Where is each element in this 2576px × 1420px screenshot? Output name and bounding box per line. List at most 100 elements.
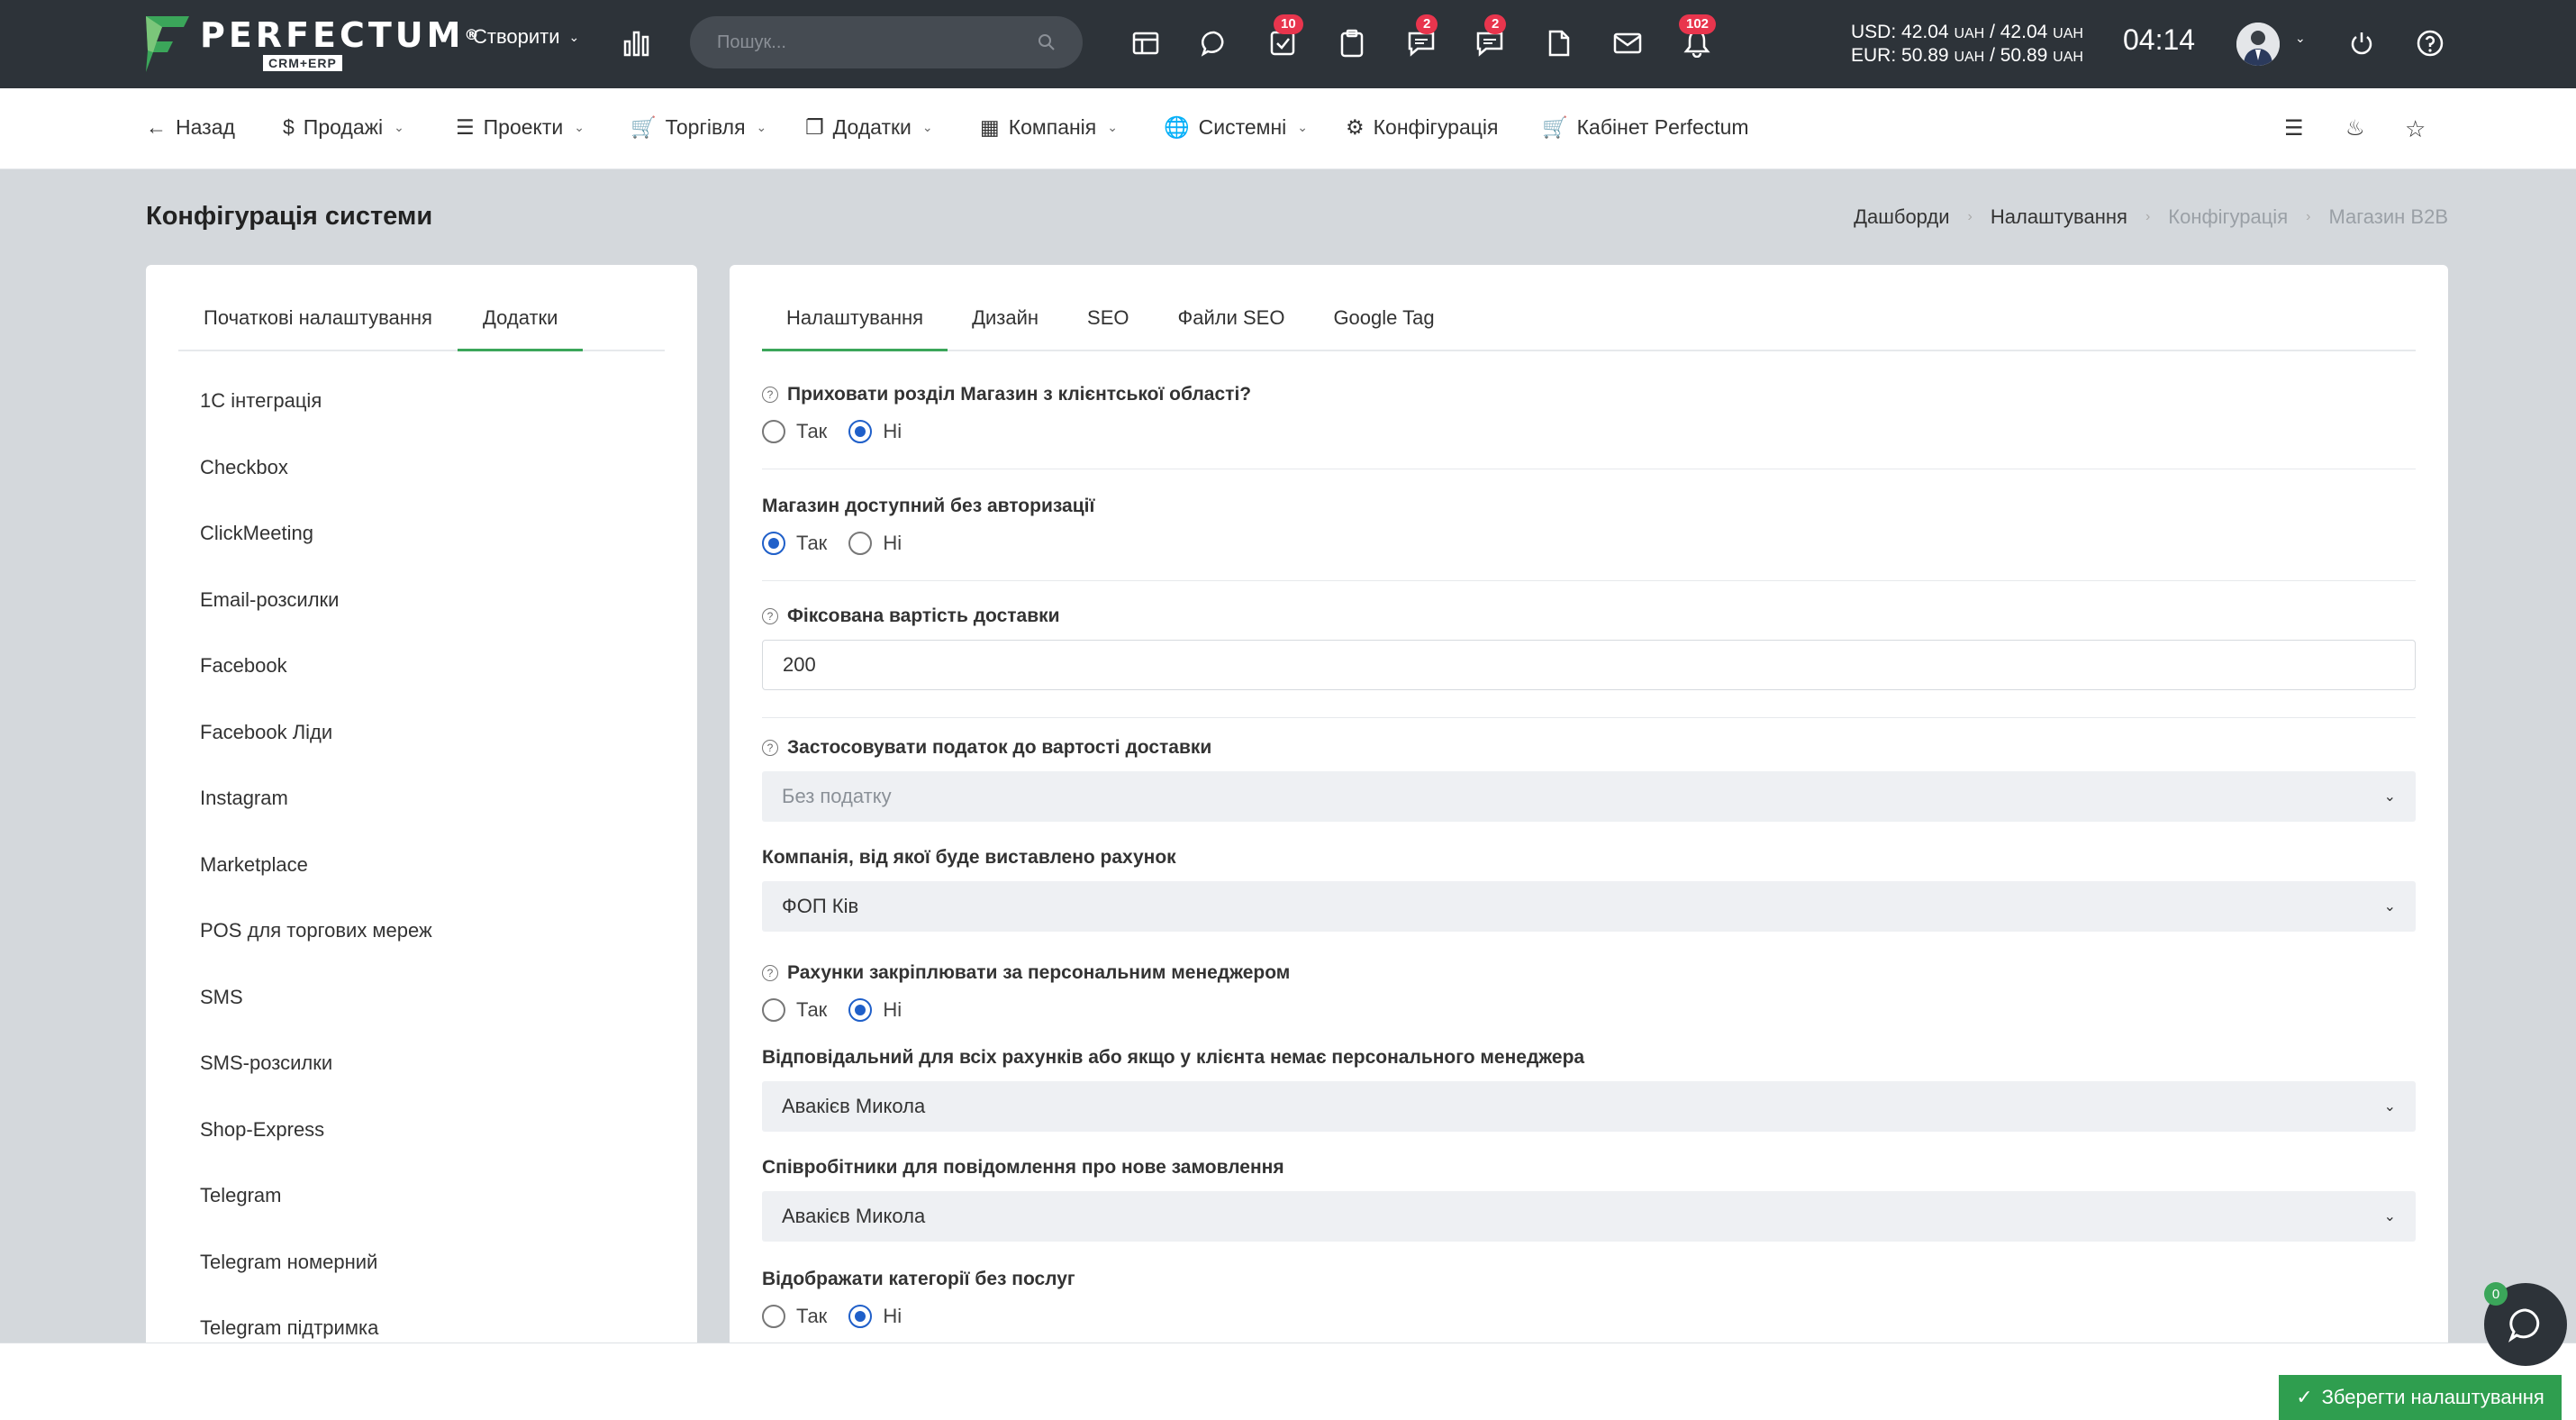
nav-trade[interactable]: 🛒 Торгівля ⌄: [630, 115, 766, 140]
menu-item[interactable]: SMS-розсилки: [200, 1050, 432, 1116]
document-icon[interactable]: [1541, 25, 1577, 61]
radio-circle[interactable]: [762, 1305, 785, 1328]
currency-separator: /: [1990, 22, 1995, 42]
save-settings-button[interactable]: ✓ Зберегти налаштування: [2279, 1375, 2562, 1420]
menu-item[interactable]: Shop-Express: [200, 1116, 432, 1183]
tab-seo-files[interactable]: Файли SEO: [1153, 306, 1309, 351]
menu-item[interactable]: ClickMeeting: [200, 520, 432, 587]
chevron-down-icon: ⌄: [1297, 120, 1309, 134]
top-bar: PERFECTUM® CRM+ERP Створити ⌄ 10 2 2: [0, 0, 2576, 88]
create-dropdown-button[interactable]: Створити ⌄: [473, 25, 579, 49]
breadcrumb-item[interactable]: Конфігурація: [2168, 205, 2288, 229]
chat-bubble-icon[interactable]: [1196, 25, 1232, 61]
tab-initial-settings[interactable]: Початкові налаштування: [178, 306, 458, 351]
clock: 04:14: [2123, 23, 2196, 56]
radio-yes[interactable]: Так: [762, 998, 827, 1022]
tab-google-tag[interactable]: Google Tag: [1309, 306, 1458, 351]
user-avatar[interactable]: [2236, 23, 2280, 66]
nav-back[interactable]: ← Назад: [146, 115, 235, 140]
help-icon[interactable]: ?: [762, 740, 778, 756]
radio-no[interactable]: Ні: [848, 532, 902, 555]
arrow-left-icon: ←: [146, 115, 167, 139]
chevron-down-icon: ⌄: [574, 120, 585, 134]
power-icon[interactable]: [2344, 25, 2380, 61]
bell-icon[interactable]: 102: [1679, 14, 1717, 61]
nav-cabinet[interactable]: 🛒 Кабінет Perfectum: [1542, 115, 1749, 140]
radio-circle[interactable]: [848, 420, 873, 443]
tasks-badge: 10: [1274, 14, 1303, 34]
search-input[interactable]: [717, 32, 1038, 53]
currency-unit: UAH: [1954, 26, 1985, 41]
radio-no[interactable]: Ні: [848, 1305, 902, 1328]
menu-item[interactable]: POS для торгових мереж: [200, 917, 432, 984]
field-label: Фіксована вартість доставки: [787, 605, 1060, 626]
menu-item[interactable]: Email-розсилки: [200, 587, 432, 653]
notify-employees-select[interactable]: Авакієв Микола ⌄: [762, 1191, 2416, 1242]
chat-messages-icon[interactable]: 2: [1403, 14, 1439, 61]
messages-icon[interactable]: 2: [1472, 14, 1508, 61]
radio-no[interactable]: Ні: [848, 998, 902, 1022]
nav-projects[interactable]: ☰ Проекти ⌄: [456, 115, 585, 140]
breadcrumb-item[interactable]: Дашборди: [1854, 205, 1949, 229]
nav-system[interactable]: 🌐 Системні ⌄: [1164, 115, 1308, 140]
help-icon[interactable]: [2412, 25, 2448, 61]
user-menu-chevron-icon[interactable]: ⌄: [2295, 31, 2306, 46]
clipboard-icon[interactable]: [1334, 25, 1370, 61]
invoice-company-select[interactable]: ФОП Ків ⌄: [762, 881, 2416, 932]
radio-circle[interactable]: [848, 998, 873, 1022]
field-label: Приховати розділ Магазин з клієнтської о…: [787, 384, 1252, 405]
select-value: ФОП Ків: [782, 895, 859, 917]
radio-circle[interactable]: [848, 532, 873, 555]
radio-yes[interactable]: Так: [762, 532, 827, 555]
tab-settings[interactable]: Налаштування: [762, 306, 948, 351]
calendar-table-icon[interactable]: [1128, 25, 1164, 61]
menu-item[interactable]: Instagram: [200, 785, 432, 851]
menu-item[interactable]: Telegram номерний: [200, 1249, 432, 1315]
radio-label: Ні: [883, 998, 903, 1021]
logo-subtitle: CRM+ERP: [263, 55, 342, 71]
radio-circle[interactable]: [762, 998, 785, 1022]
search-bar[interactable]: [690, 16, 1083, 68]
delivery-cost-input[interactable]: 200: [762, 640, 2416, 690]
breadcrumb: Дашборди › Налаштування › Конфігурація ›…: [1854, 205, 2448, 229]
reports-chart-icon[interactable]: [621, 27, 652, 58]
field-label: Відображати категорії без послуг: [762, 1269, 1075, 1289]
fire-icon[interactable]: ♨: [2345, 115, 2365, 141]
radio-circle[interactable]: [762, 532, 785, 555]
bottom-action-bar: [0, 1343, 2576, 1420]
delivery-tax-select[interactable]: Без податку ⌄: [762, 771, 2416, 822]
menu-item[interactable]: Telegram: [200, 1182, 432, 1249]
divider: [762, 717, 2416, 718]
logo[interactable]: PERFECTUM® CRM+ERP: [144, 13, 478, 76]
radio-yes[interactable]: Так: [762, 1305, 827, 1328]
search-icon[interactable]: [1038, 33, 1056, 51]
currency-usd-label: USD:: [1851, 22, 1897, 42]
tab-addons[interactable]: Додатки: [457, 306, 584, 351]
mail-icon[interactable]: [1610, 25, 1646, 61]
help-icon[interactable]: ?: [762, 965, 778, 981]
tab-seo[interactable]: SEO: [1063, 306, 1153, 351]
responsible-manager-select[interactable]: Авакієв Микола ⌄: [762, 1081, 2416, 1132]
nav-company[interactable]: ▦ Компанія ⌄: [980, 115, 1118, 140]
menu-item[interactable]: 1С інтеграція: [200, 387, 432, 454]
tab-design[interactable]: Дизайн: [948, 306, 1063, 351]
help-icon[interactable]: ?: [762, 608, 778, 624]
nav-addons[interactable]: ❐ Додатки ⌄: [805, 115, 933, 140]
tasks-checkbox-icon[interactable]: 10: [1265, 14, 1303, 61]
menu-item[interactable]: SMS: [200, 984, 432, 1051]
radio-circle[interactable]: [762, 420, 785, 443]
menu-item[interactable]: Facebook: [200, 652, 432, 719]
layers-icon[interactable]: ☰: [2284, 115, 2304, 141]
messages-badge: 2: [1484, 14, 1507, 34]
help-icon[interactable]: ?: [762, 387, 778, 403]
breadcrumb-item[interactable]: Налаштування: [1991, 205, 2127, 229]
menu-item[interactable]: Checkbox: [200, 454, 432, 521]
nav-sales[interactable]: $ Продажі ⌄: [283, 115, 404, 140]
radio-yes[interactable]: Так: [762, 420, 827, 443]
star-icon[interactable]: ☆: [2405, 115, 2426, 143]
radio-no[interactable]: Ні: [848, 420, 902, 443]
menu-item[interactable]: Marketplace: [200, 851, 432, 918]
radio-circle[interactable]: [848, 1305, 873, 1328]
nav-config[interactable]: ⚙ Конфігурація: [1346, 115, 1499, 140]
menu-item[interactable]: Facebook Ліди: [200, 719, 432, 786]
